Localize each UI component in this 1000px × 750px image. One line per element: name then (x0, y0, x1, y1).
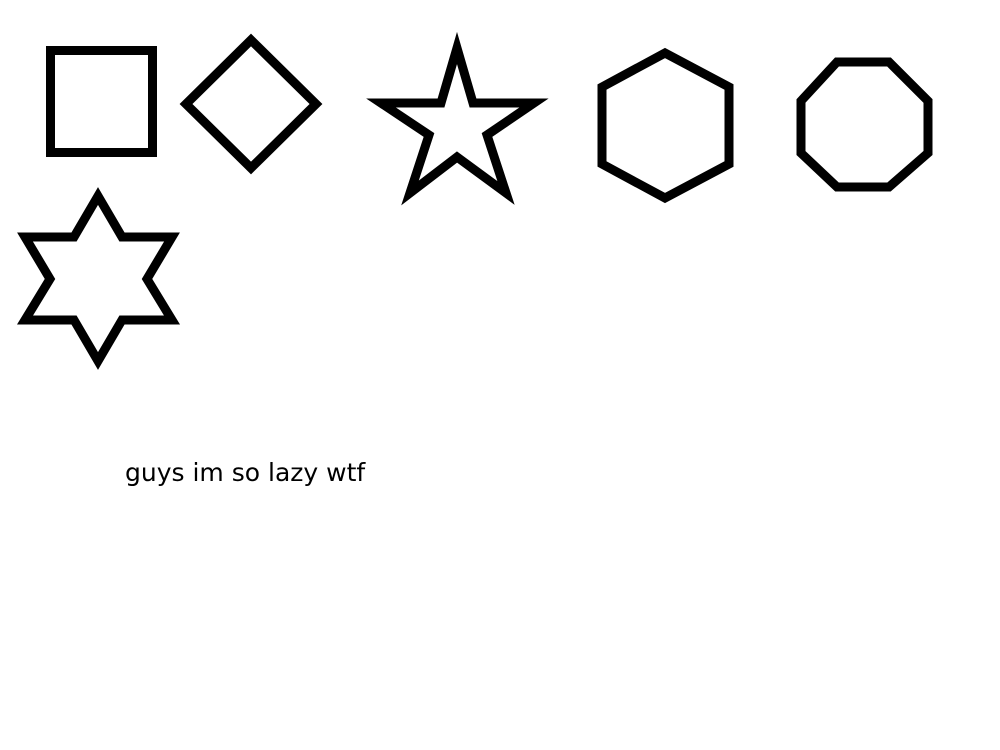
hexagon-icon (597, 47, 734, 204)
diamond-icon (179, 33, 323, 175)
octagon-icon (796, 57, 933, 192)
hexagram-icon (16, 187, 181, 370)
shapes-canvas (16, 31, 933, 370)
caption-text: guys im so lazy wtf (125, 458, 366, 487)
square-icon (46, 46, 157, 157)
star-icon (366, 31, 549, 206)
